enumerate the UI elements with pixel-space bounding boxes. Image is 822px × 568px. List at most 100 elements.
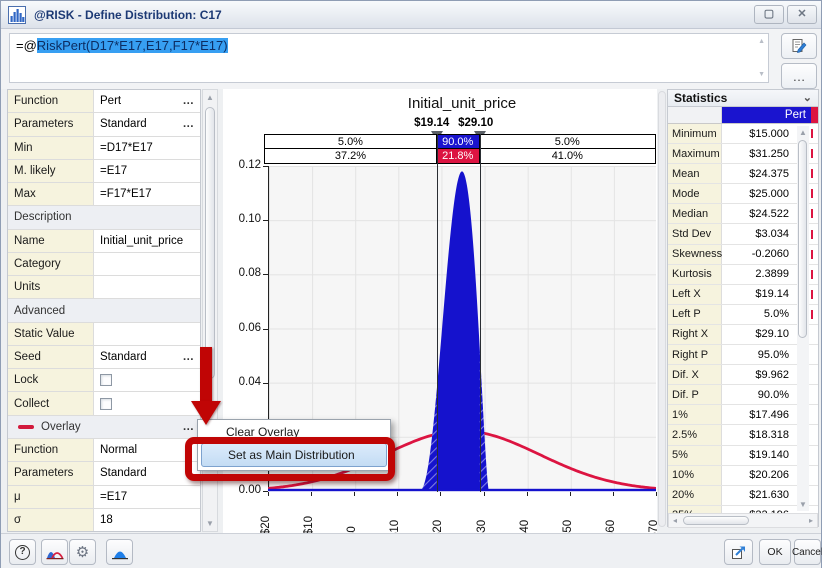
stats-row-mode: Mode$25.000 [668,184,818,204]
probability-band-cell[interactable]: 37.2% [265,149,437,163]
property-row-parameters: ParametersStandard… [8,113,200,136]
property-value-lock[interactable] [94,369,200,391]
overlay-value-sliver [811,405,818,424]
help-button[interactable]: ? [9,539,36,565]
property-row-min: Min=D17*E17 [8,137,200,160]
overlay-value-sliver [811,425,818,444]
property-value-parameters[interactable]: Standard … [94,113,200,135]
settings-button[interactable]: ⚙ [69,539,96,565]
property-value-text: =F17*E17 [100,188,151,200]
probability-band-cell[interactable]: 41.0% [480,149,655,163]
property-value-μ[interactable]: =E17 [94,486,200,508]
stats-label: Right X [668,325,722,344]
distribution-icon [111,545,129,560]
ok-button[interactable]: OK [759,539,791,565]
maximize-button[interactable]: ▢ [754,5,784,24]
scrollbar-thumb[interactable] [205,107,215,379]
property-label: Parameters [8,462,94,484]
ellipsis-button[interactable]: … [183,118,201,130]
property-row-parameters: Parameters Standard [8,462,200,485]
property-label: Static Value [8,323,94,345]
y-axis-tick-label: 0.04 [227,376,261,388]
property-value-text: Standard [100,467,147,479]
x-axis-tick [570,492,571,496]
stats-label: 5% [668,446,722,465]
formula-input[interactable]: =@RiskPert(D17*E17,E17,F17*E17) ▲ ▼ [9,33,769,83]
y-axis-tick-label: 0.10 [227,213,261,225]
property-label: Function [8,90,94,112]
scrollbar-thumb[interactable] [798,140,807,338]
statistics-hscrollbar[interactable]: ◂ ▸ [668,513,818,528]
x-axis-tick [656,492,657,496]
stats-row-kurtosis: Kurtosis2.3899 [668,265,818,285]
overlay-value-sliver [811,466,818,485]
section-header-advanced: Advanced [8,299,200,322]
stats-label: Left P [668,305,722,324]
pert-distribution-area [419,171,489,491]
probability-band-cell[interactable]: 21.8% [437,149,480,163]
overlay-value-sliver [811,224,818,243]
edit-note-icon [791,38,807,54]
property-value-min[interactable]: =D17*E17 [94,137,200,159]
scroll-up-icon[interactable]: ▲ [797,128,809,137]
stats-row-std-dev: Std Dev$3.034 [668,224,818,244]
scroll-down-icon[interactable]: ▼ [797,500,809,509]
property-value-units[interactable] [94,276,200,298]
formula-scroll-down-icon[interactable]: ▼ [758,71,765,78]
probability-band-cell[interactable]: 5.0% [265,135,437,148]
formula-scroll-up-icon[interactable]: ▲ [758,38,765,45]
property-value-σ[interactable]: 18 [94,509,200,531]
property-label: M. likely [8,160,94,182]
left-delimiter-line[interactable] [437,134,438,492]
property-value-text: Standard [100,118,147,130]
edit-formula-button[interactable] [781,33,817,59]
property-row-m.-likely: M. likely=E17 [8,160,200,183]
x-axis-tick [613,492,614,496]
cancel-button[interactable]: Cancel [794,539,821,565]
lock-checkbox[interactable] [100,374,112,386]
probability-band-cell[interactable]: 5.0% [480,135,655,148]
export-button[interactable] [724,539,753,565]
scroll-down-icon[interactable]: ▼ [203,519,217,528]
scrollbar-thumb[interactable] [683,516,749,525]
distribution-chart-button[interactable] [106,539,133,565]
scroll-right-icon[interactable]: ▸ [809,514,813,527]
property-label: Name [8,230,94,252]
stats-row-right-x: Right X$29.10 [668,325,818,345]
probability-band-cell[interactable]: 90.0% [437,135,480,148]
property-grid: FunctionPert… Parameters Standard … Min=D17*… [7,89,201,532]
overlay-value-sliver [811,265,818,284]
titlebar[interactable]: @RISK - Define Distribution: C17 ▢ ✕ [1,1,821,29]
ellipsis-button[interactable]: … [183,351,201,363]
property-value-max[interactable]: =F17*E17 [94,183,200,205]
property-value-category[interactable] [94,253,200,275]
stats-row-1%: 1%$17.496 [668,405,818,425]
property-value-m.-likely[interactable]: =E17 [94,160,200,182]
statistics-panel: Statistics ⌄ Pert Minimum$15.000Maximum$… [667,89,819,531]
chart-stats-splitter[interactable] [658,91,666,527]
stats-label: Kurtosis [668,265,722,284]
ellipsis-button[interactable]: … [183,95,201,107]
property-value-seed[interactable]: Standard… [94,346,200,368]
chevron-down-icon[interactable]: ⌄ [803,90,812,106]
statistics-scrollbar[interactable]: ▲ ▼ [797,126,809,511]
property-label: Seed [8,346,94,368]
property-value-static-value[interactable] [94,323,200,345]
property-value-name[interactable]: Initial_unit_price [94,230,200,252]
property-value-function[interactable]: Pert… [94,90,200,112]
more-options-button[interactable]: … [781,63,817,89]
x-axis-tick [484,492,485,496]
scroll-left-icon[interactable]: ◂ [673,514,677,527]
close-button[interactable]: ✕ [787,5,817,24]
overlay-chart-button[interactable] [41,539,68,565]
stats-row-dif.-p: Dif. P90.0% [668,385,818,405]
stats-label: Dif. P [668,385,722,404]
y-axis-tick-label: 0.08 [227,267,261,279]
collect-checkbox[interactable] [100,398,112,410]
red-arrow-annotation [200,347,212,403]
property-value-collect[interactable] [94,392,200,414]
property-label: Lock [8,369,94,391]
right-delimiter-line[interactable] [480,134,481,492]
section-header-overlay: Overlay… [8,416,200,439]
scroll-up-icon[interactable]: ▲ [203,93,217,102]
